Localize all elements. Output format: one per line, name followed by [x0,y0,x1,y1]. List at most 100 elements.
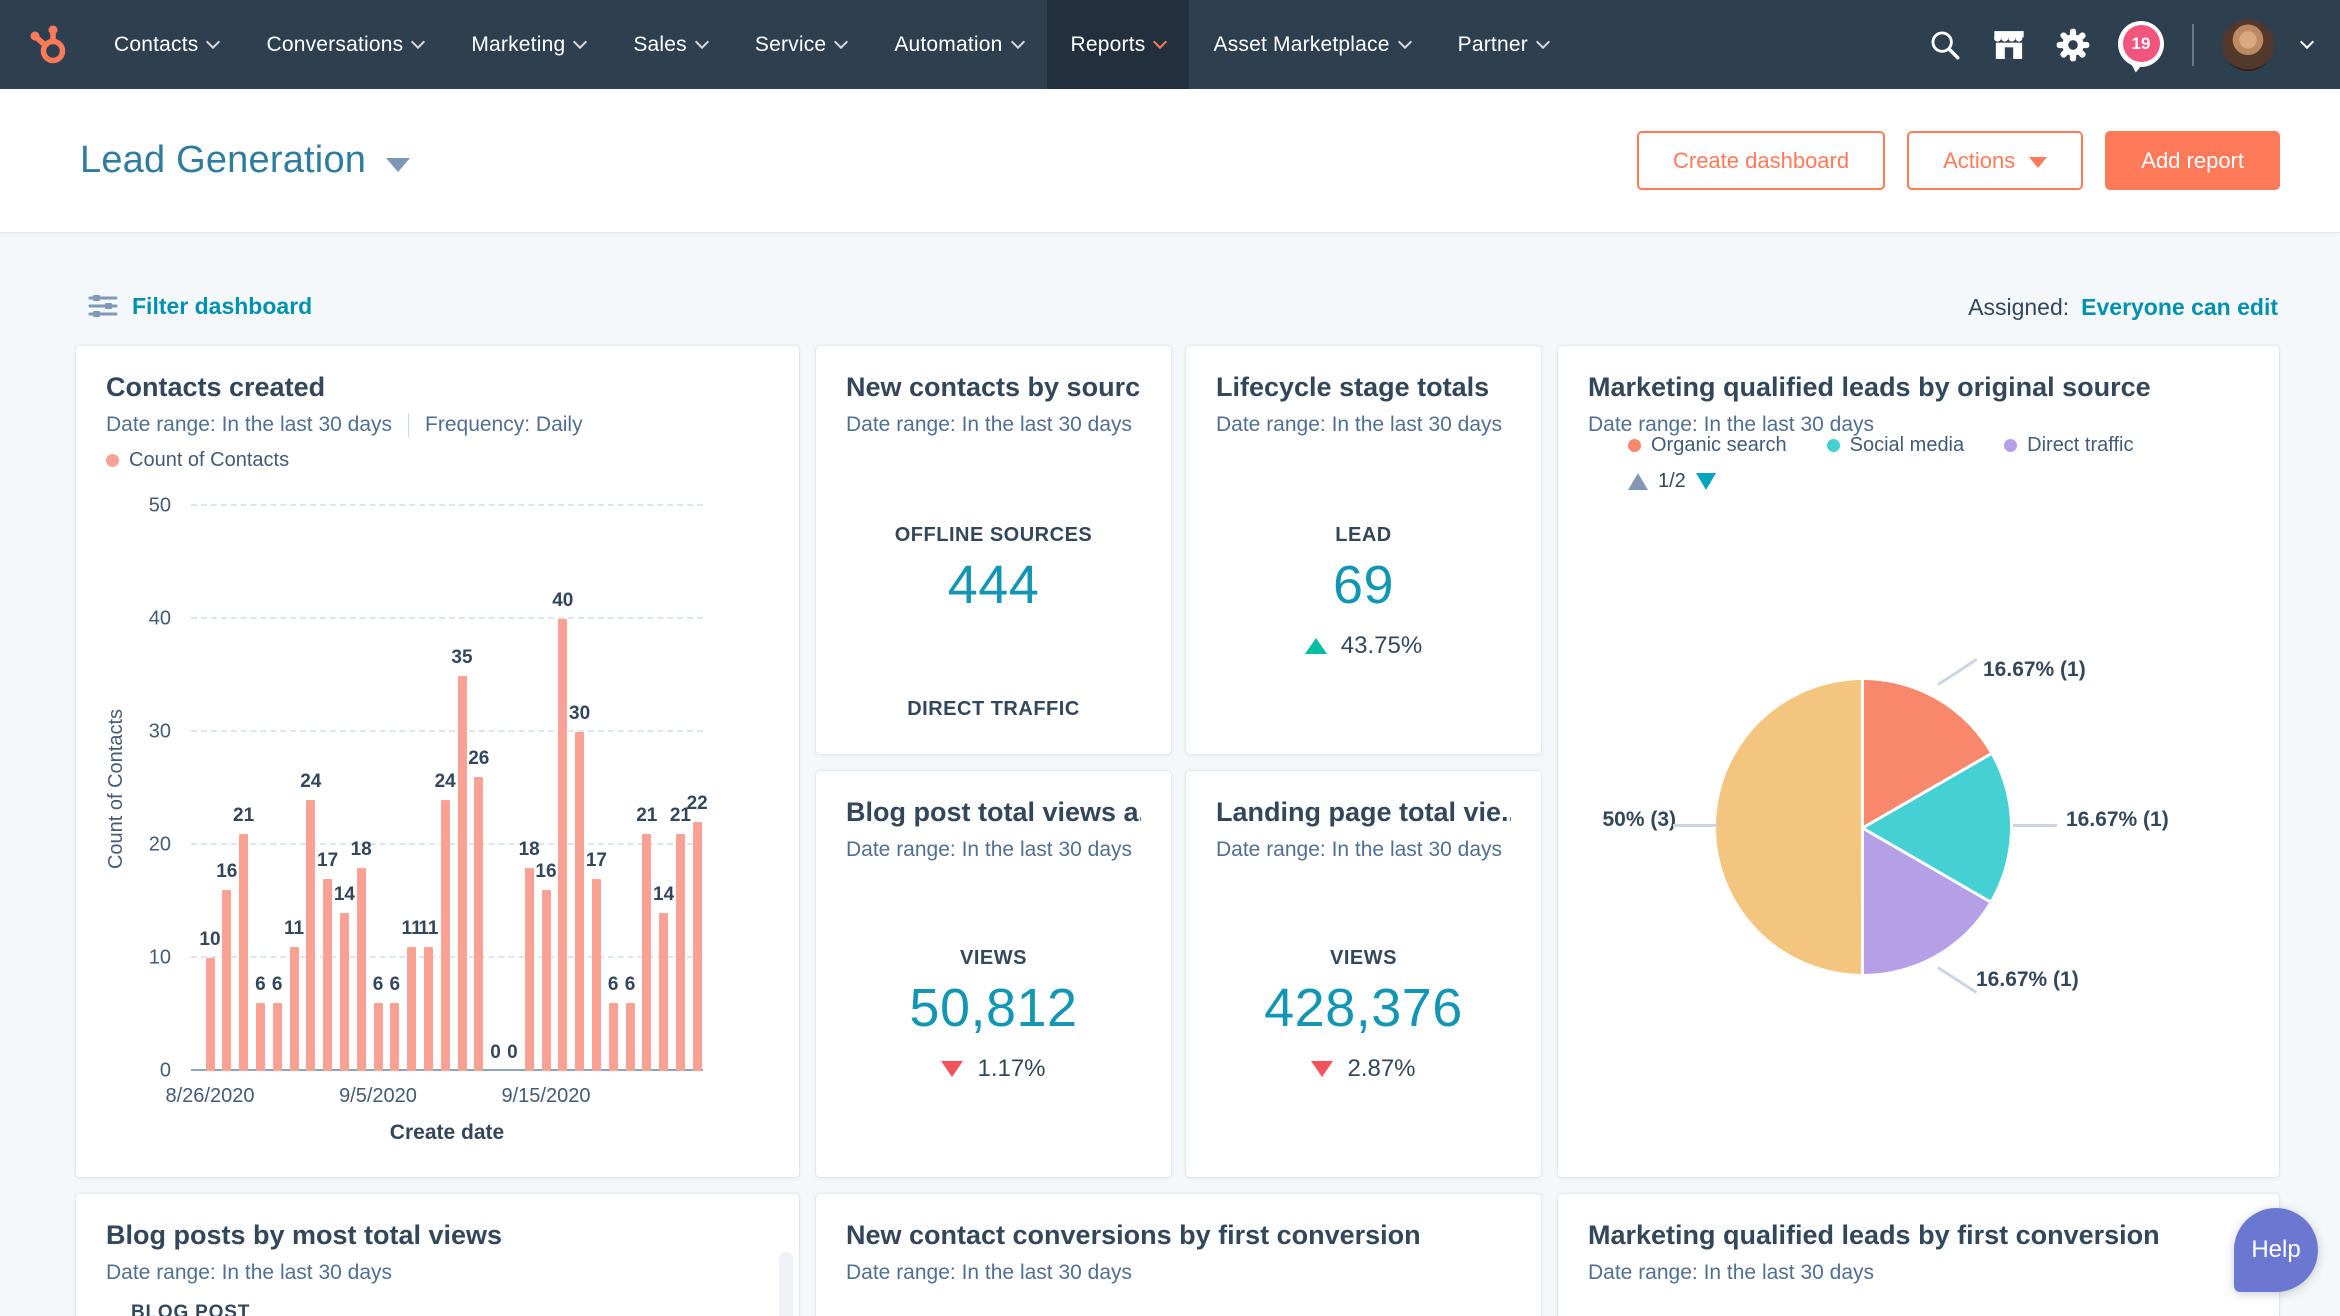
add-report-button[interactable]: Add report [2105,131,2280,190]
bar[interactable] [289,946,299,1071]
bar[interactable] [541,890,551,1071]
marketplace-icon[interactable] [1990,28,2028,62]
bar[interactable] [205,958,215,1071]
x-axis-tick-label: 8/26/2020 [165,1085,255,1107]
card-mql-by-first-conversion: Marketing qualified leads by first conve… [1557,1193,2280,1316]
assigned-label: Assigned: [1968,294,2070,320]
kpi-label: DIRECT TRAFFIC [907,698,1080,720]
card-title: Blog post total views a... [846,797,1141,827]
nav-item-sales[interactable]: Sales [609,0,731,89]
filter-sliders-icon [88,295,118,317]
help-button[interactable]: Help [2234,1208,2318,1292]
card-landing-page-total-views: Landing page total vie... Date range: In… [1185,770,1542,1178]
assigned-row: Assigned: Everyone can edit [1968,294,2278,321]
card-date-range: Date range: In the last 30 days [846,1261,1133,1284]
bar[interactable] [675,833,685,1071]
bar[interactable] [222,890,232,1071]
bar[interactable] [323,878,333,1071]
bar[interactable] [306,799,316,1071]
bar[interactable] [575,732,585,1071]
bar[interactable] [356,867,366,1071]
assigned-value-link[interactable]: Everyone can edit [2081,294,2278,321]
search-icon[interactable] [1928,28,1962,62]
bar[interactable] [239,833,249,1071]
nav-item-contacts[interactable]: Contacts [90,0,242,89]
table-column-header: BLOG POST [131,1302,251,1316]
bar[interactable] [407,946,417,1071]
card-blog-posts-by-most-total-views: Blog posts by most total views Date rang… [75,1193,800,1316]
nav-item-partner[interactable]: Partner [1434,0,1572,89]
nav-item-marketing[interactable]: Marketing [447,0,609,89]
card-date-range: Date range: In the last 30 days [846,413,1133,436]
nav-item-conversations[interactable]: Conversations [242,0,447,89]
actions-caret-icon [2029,156,2048,168]
chevron-down-icon [1535,34,1550,49]
user-avatar[interactable] [2222,18,2274,71]
bar-value-label: 26 [468,748,490,770]
kpi-delta: 43.75% [1186,632,1541,660]
pie-slice-label: 16.67% (1) [1976,968,2079,991]
kpi-label: OFFLINE SOURCES [894,524,1093,546]
bar[interactable] [642,833,652,1071]
card-scrollbar[interactable] [779,1252,793,1316]
bar[interactable] [457,675,467,1071]
kpi-label: VIEWS [1330,947,1397,969]
chevron-down-icon [206,34,221,49]
bar-value-label: 30 [569,703,591,724]
nav-item-asset-marketplace[interactable]: Asset Marketplace [1189,0,1433,89]
x-axis-tick-label: 9/5/2020 [339,1085,417,1107]
page-title: Lead Generation [80,139,367,181]
delta-down-arrow-icon [1311,1061,1334,1077]
y-axis-tick-label: 40 [148,607,171,630]
card-title: Landing page total vie... [1216,797,1511,827]
chart-legend: Count of Contacts [76,437,799,472]
card-lifecycle-stage-totals: Lifecycle stage totals Date range: In th… [1185,345,1542,755]
card-title: Contacts created [106,372,326,402]
bar[interactable] [659,912,669,1071]
pie-leader-line [2013,824,2057,827]
pie-leader-line [1937,966,1978,994]
pie-slice-divider [1860,827,1864,977]
delta-down-arrow-icon [941,1061,964,1077]
card-date-range: Date range: In the last 30 days [1588,1261,1875,1284]
gridline [191,617,703,619]
card-blog-post-total-views: Blog post total views a... Date range: I… [815,770,1172,1178]
bar[interactable] [474,777,484,1071]
bar[interactable] [524,867,534,1071]
bar[interactable] [272,1003,282,1071]
pie-slice-label: 50% (3) [1602,808,1676,831]
card-new-contacts-by-source: New contacts by source Date range: In th… [815,345,1172,755]
notification-count-badge: 19 [2122,25,2160,62]
bar[interactable] [558,619,568,1071]
kpi-value: 444 [947,555,1040,615]
pie-slice-divider [1861,680,1864,828]
notification-balloon-tail [2131,63,2143,73]
bar[interactable] [390,1003,400,1071]
bar[interactable] [423,946,433,1071]
pie-slice-label: 16.67% (1) [2066,808,2169,831]
subtitle-divider [408,413,410,437]
settings-gear-icon[interactable] [2056,28,2090,62]
card-date-range: Date range: In the last 30 days [1216,838,1503,861]
notifications-icon[interactable]: 19 [2118,20,2164,73]
filter-dashboard-link[interactable]: Filter dashboard [88,292,312,320]
y-axis-tick-label: 0 [159,1059,171,1082]
card-frequency: Frequency: Daily [425,413,583,436]
nav-item-reports[interactable]: Reports [1046,0,1190,89]
notification-balloon: 19 [2118,20,2164,67]
account-chevron-down-icon[interactable] [2299,34,2315,50]
hubspot-logo-icon[interactable] [26,21,72,69]
bar[interactable] [625,1003,635,1071]
create-dashboard-button[interactable]: Create dashboard [1636,131,1886,190]
bar[interactable] [692,822,702,1071]
bar[interactable] [440,799,450,1071]
nav-item-service[interactable]: Service [731,0,870,89]
bar[interactable] [608,1003,618,1071]
bar[interactable] [373,1003,383,1071]
actions-button[interactable]: Actions [1907,131,2084,190]
delta-up-arrow-icon [1304,638,1327,654]
nav-item-automation[interactable]: Automation [870,0,1046,89]
bar[interactable] [255,1003,265,1071]
dashboard-switcher-caret-icon[interactable] [386,157,411,172]
bar[interactable] [339,912,349,1071]
